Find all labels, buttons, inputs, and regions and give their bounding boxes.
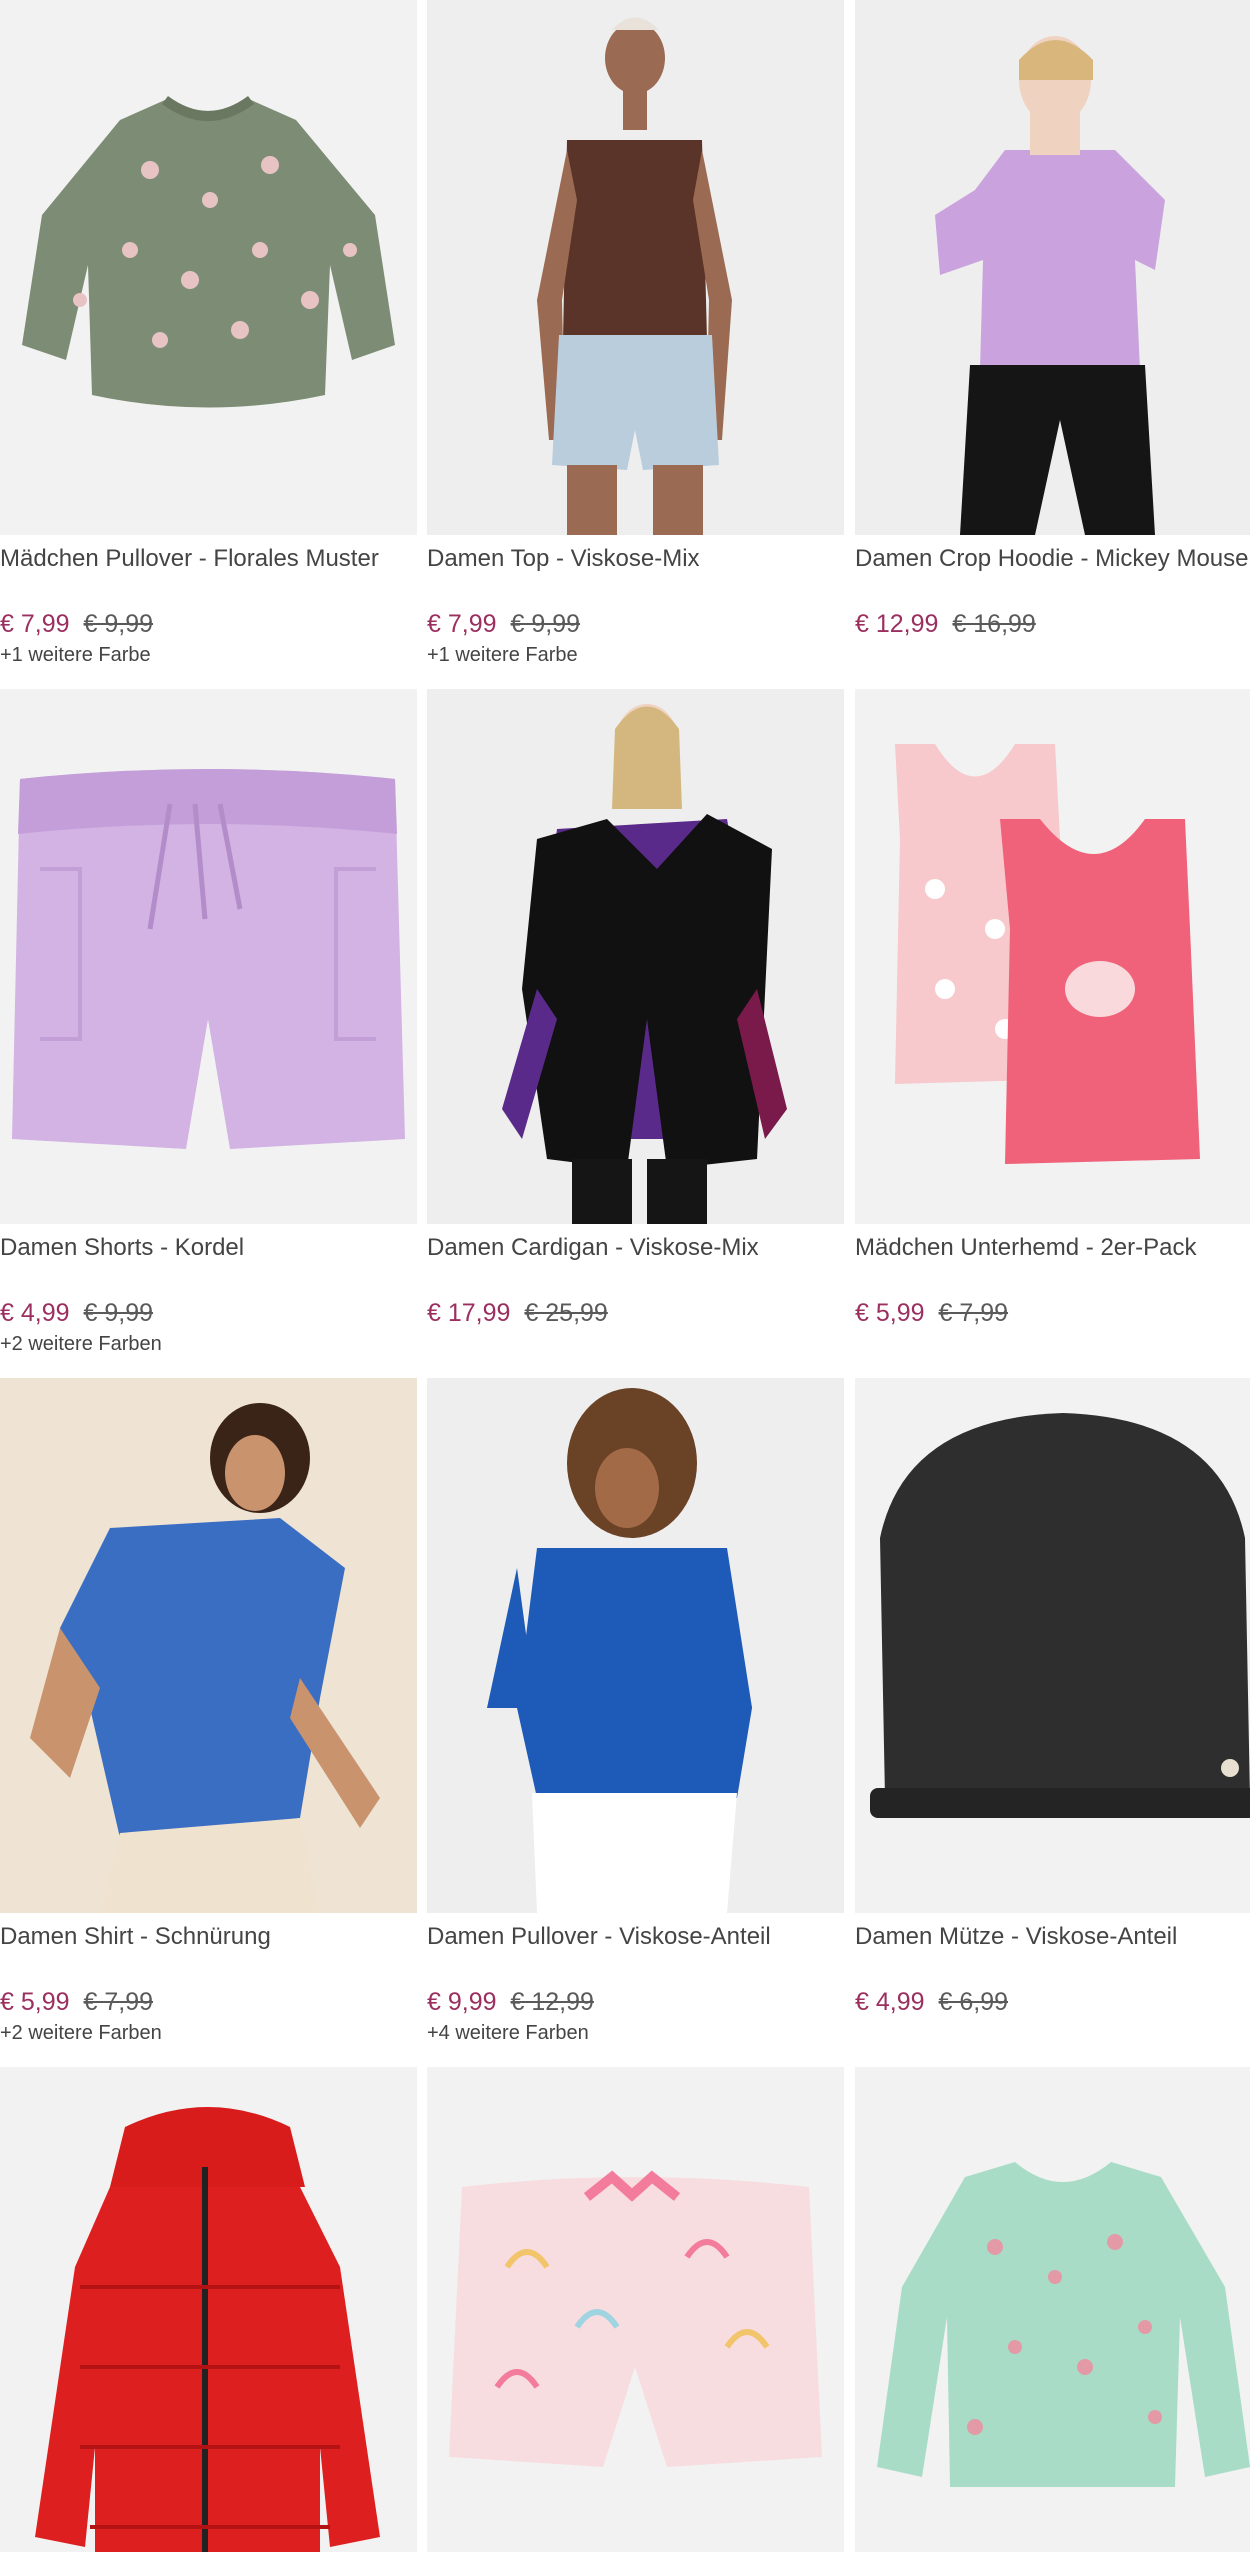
current-price: € 7,99 [427, 610, 497, 638]
product-image-lilac-shorts[interactable] [0, 689, 417, 1224]
price-row: € 4,99 € 9,99 [0, 1296, 417, 1330]
product-card[interactable] [427, 2067, 844, 2552]
product-title[interactable]: Damen Pullover - Viskose-Anteil [427, 1913, 844, 1985]
current-price: € 4,99 [0, 1299, 70, 1327]
original-price: € 16,99 [952, 610, 1036, 638]
current-price: € 17,99 [427, 1299, 511, 1327]
original-price: € 6,99 [938, 1988, 1009, 2016]
current-price: € 5,99 [855, 1299, 925, 1327]
product-card[interactable]: Mädchen Unterhemd - 2er-Pack € 5,99 € 7,99 [855, 689, 1250, 1330]
product-card[interactable]: Damen Pullover - Viskose-Anteil € 9,99 € 1… [427, 1378, 844, 2047]
product-image-mint-floral-blouse[interactable] [855, 2067, 1250, 2552]
product-image-green-floral-sweater[interactable] [0, 0, 417, 535]
product-card[interactable] [855, 2067, 1250, 2552]
product-image-red-puffer-jacket[interactable] [0, 2067, 417, 2552]
product-image-blue-shirt-model[interactable] [0, 1378, 417, 1913]
product-card[interactable]: Damen Shorts - Kordel € 4,99 € 9,99 +2 weit… [0, 689, 417, 1358]
product-card[interactable]: Mädchen Pullover - Florales Muster € 7,99… [0, 0, 417, 669]
product-image-lilac-crop-hoodie-model[interactable] [855, 0, 1250, 535]
product-title[interactable]: Mädchen Unterhemd - 2er-Pack [855, 1224, 1250, 1296]
price-row: € 12,99 € 16,99 [855, 607, 1250, 641]
current-price: € 9,99 [427, 1988, 497, 2016]
price-row: € 5,99 € 7,99 [855, 1296, 1250, 1330]
current-price: € 5,99 [0, 1988, 70, 2016]
price-row: € 17,99 € 25,99 [427, 1296, 844, 1330]
current-price: € 4,99 [855, 1988, 925, 2016]
product-image-black-knit-vest-model[interactable] [427, 689, 844, 1224]
original-price: € 12,99 [510, 1988, 594, 2016]
price-row: € 7,99 € 9,99 [0, 607, 417, 641]
product-title[interactable]: Damen Top - Viskose-Mix [427, 535, 844, 607]
product-title[interactable]: Damen Mütze - Viskose-Anteil [855, 1913, 1250, 1985]
product-card[interactable] [0, 2067, 417, 2552]
original-price: € 9,99 [83, 610, 154, 638]
original-price: € 9,99 [510, 610, 581, 638]
more-colors-label: +1 weitere Farbe [427, 644, 578, 666]
product-image-blue-knit-pullover-model[interactable] [427, 1378, 844, 1913]
more-colors-label: +4 weitere Farben [427, 2022, 589, 2044]
original-price: € 25,99 [524, 1299, 608, 1327]
more-colors-label: +1 weitere Farbe [0, 644, 151, 666]
product-card[interactable]: Damen Mütze - Viskose-Anteil € 4,99 € 6,99 [855, 1378, 1250, 2019]
product-title[interactable]: Mädchen Pullover - Florales Muster [0, 535, 417, 607]
current-price: € 7,99 [0, 610, 70, 638]
product-title[interactable]: Damen Crop Hoodie - Mickey Mouse [855, 535, 1250, 607]
product-card[interactable]: Damen Cardigan - Viskose-Mix € 17,99 € 25,… [427, 689, 844, 1330]
product-title[interactable]: Damen Cardigan - Viskose-Mix [427, 1224, 844, 1296]
current-price: € 12,99 [855, 610, 939, 638]
price-row: € 7,99 € 9,99 [427, 607, 844, 641]
product-image-black-beanie[interactable] [855, 1378, 1250, 1913]
more-colors-label: +2 weitere Farben [0, 1333, 162, 1355]
product-grid: Mädchen Pullover - Florales Muster € 7,99… [0, 0, 1250, 2552]
product-card[interactable]: Damen Top - Viskose-Mix € 7,99 € 9,99 +1 we… [427, 0, 844, 669]
product-card[interactable]: Damen Shirt - Schnürung € 5,99 € 7,99 +2 we… [0, 1378, 417, 2047]
price-row: € 5,99 € 7,99 [0, 1985, 417, 2019]
product-title[interactable]: Damen Shorts - Kordel [0, 1224, 417, 1296]
original-price: € 9,99 [83, 1299, 154, 1327]
product-image-pink-tank-tops-two-pack[interactable] [855, 689, 1250, 1224]
product-image-brown-top-denim-shorts-model[interactable] [427, 0, 844, 535]
original-price: € 7,99 [83, 1988, 154, 2016]
price-row: € 4,99 € 6,99 [855, 1985, 1250, 2019]
price-row: € 9,99 € 12,99 [427, 1985, 844, 2019]
product-image-pink-rainbow-shorts[interactable] [427, 2067, 844, 2552]
more-colors-label: +2 weitere Farben [0, 2022, 162, 2044]
original-price: € 7,99 [938, 1299, 1009, 1327]
product-title[interactable]: Damen Shirt - Schnürung [0, 1913, 417, 1985]
product-card[interactable]: Damen Crop Hoodie - Mickey Mouse € 12,99 €… [855, 0, 1250, 641]
